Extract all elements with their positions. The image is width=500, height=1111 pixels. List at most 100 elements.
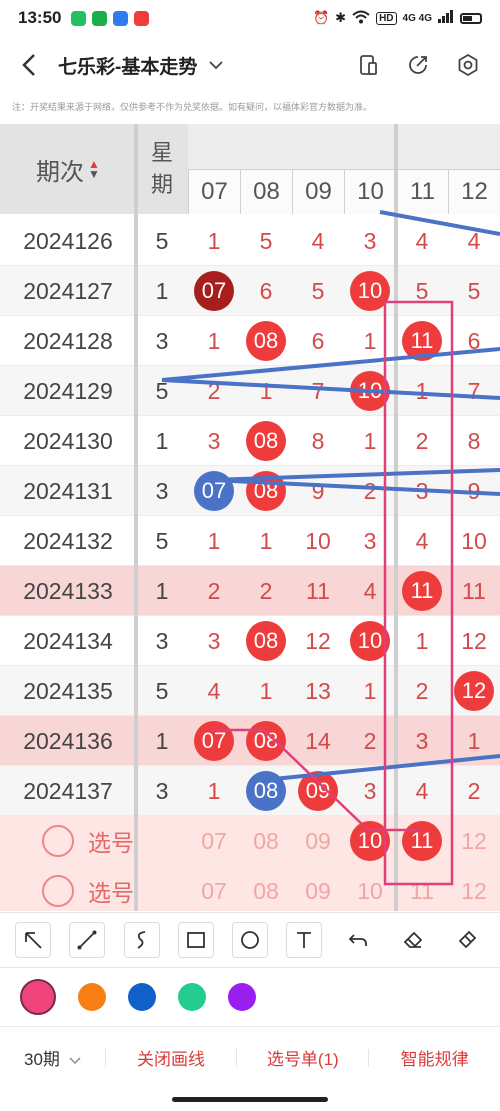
pick-select[interactable]: 选号 [42, 866, 134, 911]
ball-value: 08 [246, 721, 286, 761]
hd-badge: HD [376, 11, 397, 25]
pick-select[interactable]: 选号 [42, 816, 134, 866]
header-number-12: 12 [448, 169, 500, 214]
color-swatch[interactable] [178, 983, 206, 1011]
week-cell: 1 [155, 577, 169, 604]
freehand-tool-button[interactable] [123, 922, 160, 958]
table-row[interactable]: 2024129 5 2 1 7 10 1 7 [0, 366, 500, 416]
period-selector[interactable]: 30期 [0, 1045, 105, 1070]
eraser-icon [403, 931, 422, 948]
pick-number[interactable]: 07 [188, 816, 240, 866]
miss-count-cell: 3 [415, 477, 429, 504]
miss-count-cell: 11 [306, 577, 330, 604]
miss-count-cell: 8 [311, 427, 325, 454]
miss-count-cell: 1 [207, 527, 221, 554]
picked-ball[interactable]: 11 [402, 821, 442, 861]
page-title[interactable]: 七乐彩-基本走势 [58, 52, 197, 79]
miss-count-cell: 1 [363, 327, 377, 354]
number-ball: 11 [396, 566, 448, 616]
pick-number[interactable]: 10 [344, 866, 396, 911]
table-row[interactable]: 2024128 3 1 08 6 1 11 6 [0, 316, 500, 366]
miss-count-cell: 5 [259, 227, 273, 254]
arrow-tool-button[interactable] [15, 922, 52, 958]
table-row[interactable]: 2024135 5 4 1 13 1 2 12 [0, 666, 500, 716]
miss-count-cell: 4 [415, 227, 429, 254]
pick-number[interactable]: 08 [240, 816, 292, 866]
miss-count-cell: 1 [415, 627, 429, 654]
table-row[interactable]: 2024137 3 1 08 09 3 4 2 [0, 766, 500, 816]
circle-tool-button[interactable] [231, 922, 268, 958]
header-numbers: 07 08 09 10 11 12 [188, 124, 500, 214]
undo-button[interactable] [340, 922, 377, 958]
wechat-icon [92, 10, 108, 26]
status-bar: 13:50 ⏰ ✱ HD 4G 4G [0, 0, 500, 36]
bottom-bar: 30期 关闭画线 选号单(1) 智能规律 [0, 1026, 500, 1088]
table-row[interactable]: 2024136 1 07 08 14 2 3 1 [0, 716, 500, 766]
pick-number[interactable]: 09 [292, 866, 344, 911]
line-tool-button[interactable] [69, 922, 106, 958]
column-divider [134, 124, 138, 911]
ball-value: 12 [454, 671, 494, 711]
trend-table[interactable]: 期次 ▲ ▼ 星 期 07 08 09 10 11 12 2024126 5 1 5 4 3 4 4 202… [0, 124, 500, 911]
ball-value: 11 [402, 321, 442, 361]
table-row[interactable]: 2024132 5 1 1 10 3 4 10 [0, 516, 500, 566]
pick-number[interactable]: 12 [448, 816, 500, 866]
miss-count-cell: 1 [259, 677, 273, 704]
eraser-button[interactable] [394, 922, 431, 958]
number-ball: 08 [240, 766, 292, 816]
title-dropdown[interactable] [209, 57, 223, 73]
miss-count-cell: 1 [363, 427, 377, 454]
settings-button[interactable] [454, 51, 482, 79]
miss-count-cell: 3 [363, 227, 377, 254]
header-week: 星 期 [136, 124, 188, 214]
table-row[interactable]: 2024130 1 3 08 8 1 2 8 [0, 416, 500, 466]
number-ball: 08 [240, 616, 292, 666]
color-swatch[interactable] [128, 983, 156, 1011]
pick-list-button[interactable]: 选号单(1) [237, 1045, 368, 1070]
color-swatch[interactable] [20, 979, 56, 1015]
pick-number[interactable]: 11 [396, 866, 448, 911]
share-button[interactable] [404, 51, 432, 79]
table-row[interactable]: 2024133 1 2 2 11 4 11 11 [0, 566, 500, 616]
picked-ball[interactable]: 10 [350, 821, 390, 861]
radio-circle-icon[interactable] [42, 825, 74, 857]
table-row[interactable]: 2024131 3 07 08 9 2 3 9 [0, 466, 500, 516]
pick-number[interactable]: 11 [396, 816, 448, 866]
miss-count-cell: 2 [363, 727, 377, 754]
chevron-down-icon [209, 61, 223, 70]
home-indicator[interactable] [172, 1097, 328, 1102]
pick-number[interactable]: 10 [344, 816, 396, 866]
device-button[interactable] [354, 51, 382, 79]
back-button[interactable] [0, 36, 58, 94]
pick-number[interactable]: 07 [188, 866, 240, 911]
pick-number[interactable]: 09 [292, 816, 344, 866]
smart-rules-button[interactable]: 智能规律 [369, 1045, 500, 1070]
number-ball: 10 [344, 266, 396, 316]
status-right: ⏰ ✱ HD 4G 4G [313, 10, 482, 27]
header-period[interactable]: 期次 ▲ ▼ [0, 124, 136, 214]
miss-count-cell: 1 [415, 377, 429, 404]
undo-icon [349, 934, 368, 946]
pick-number[interactable]: 12 [448, 866, 500, 911]
text-tool-button[interactable] [286, 922, 323, 958]
header-number-10: 10 [344, 169, 396, 214]
table-row[interactable]: 2024126 5 1 5 4 3 4 4 [0, 216, 500, 266]
pick-label: 选号 [88, 880, 134, 906]
miss-count-cell: 3 [363, 777, 377, 804]
table-row[interactable]: 2024134 3 3 08 12 10 1 12 [0, 616, 500, 666]
ball-value: 10 [350, 621, 390, 661]
close-drawing-button[interactable]: 关闭画线 [106, 1045, 237, 1070]
miss-count-cell: 1 [207, 327, 221, 354]
pick-number[interactable]: 08 [240, 866, 292, 911]
rectangle-tool-button[interactable] [177, 922, 214, 958]
table-row[interactable]: 2024127 1 07 6 5 10 5 5 [0, 266, 500, 316]
ball-value: 08 [246, 621, 286, 661]
color-swatch[interactable] [78, 983, 106, 1011]
radio-circle-icon[interactable] [42, 875, 74, 907]
period-selector-label: 30期 [23, 1050, 60, 1069]
freehand-icon [137, 931, 145, 949]
nav-bar: 七乐彩-基本走势 [0, 36, 500, 94]
color-swatch[interactable] [228, 983, 256, 1011]
period-cell: 2024126 [23, 227, 113, 254]
clear-all-button[interactable] [448, 922, 485, 958]
